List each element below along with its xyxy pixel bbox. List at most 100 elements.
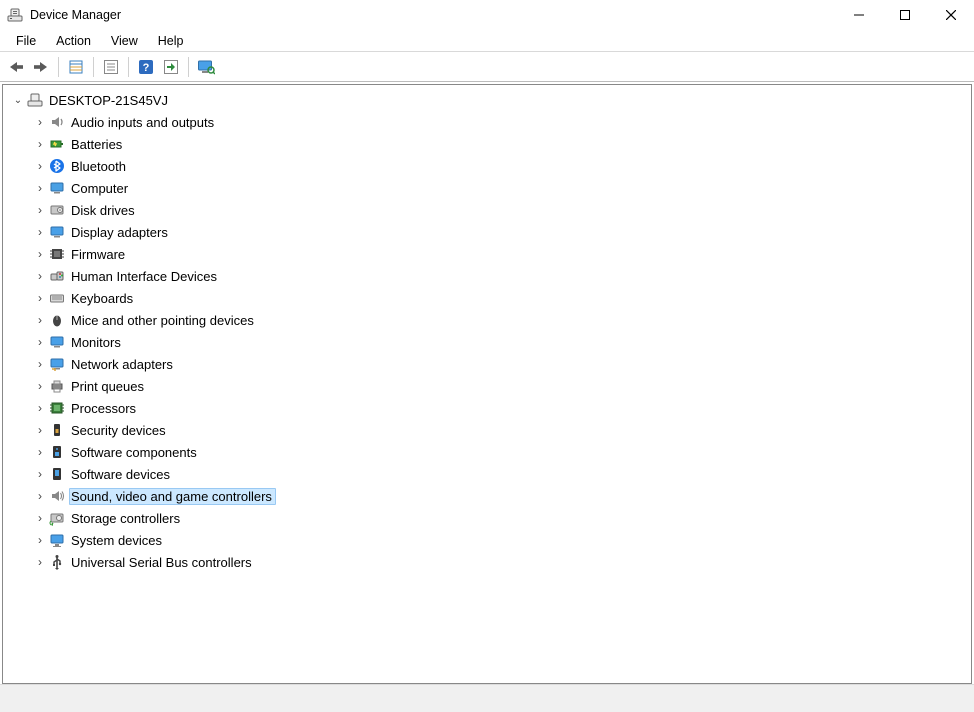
tree-item-mice[interactable]: Mice and other pointing devices <box>33 309 971 331</box>
tree-panel[interactable]: DESKTOP-21S45VJ Audio inputs and outputs B… <box>2 84 972 684</box>
menu-file[interactable]: File <box>8 32 44 50</box>
chevron-right-icon[interactable] <box>33 335 47 349</box>
bluetooth-icon <box>49 158 65 174</box>
computer-icon <box>49 180 65 196</box>
menu-bar: File Action View Help <box>0 30 974 52</box>
chevron-right-icon[interactable] <box>33 511 47 525</box>
toolbar-properties[interactable] <box>64 55 88 79</box>
chevron-right-icon[interactable] <box>33 555 47 569</box>
tree-root-node[interactable]: DESKTOP-21S45VJ <box>11 89 971 111</box>
tree-item-processors[interactable]: Processors <box>33 397 971 419</box>
chevron-right-icon[interactable] <box>33 247 47 261</box>
title-bar: Device Manager <box>0 0 974 30</box>
batteries-icon <box>49 136 65 152</box>
tree-item-hid[interactable]: Human Interface Devices <box>33 265 971 287</box>
chevron-right-icon[interactable] <box>33 445 47 459</box>
monitors-icon <box>49 334 65 350</box>
menu-help[interactable]: Help <box>150 32 192 50</box>
chevron-right-icon[interactable] <box>33 401 47 415</box>
chevron-right-icon[interactable] <box>33 533 47 547</box>
usb-icon <box>49 554 65 570</box>
chevron-right-icon[interactable] <box>33 467 47 481</box>
display-icon <box>49 224 65 240</box>
tree-item-batteries[interactable]: Batteries <box>33 133 971 155</box>
firmware-icon <box>49 246 65 262</box>
tree-item-label: Universal Serial Bus controllers <box>69 554 256 571</box>
tree-item-print[interactable]: Print queues <box>33 375 971 397</box>
hid-icon <box>49 268 65 284</box>
tree-item-storage[interactable]: Storage controllers <box>33 507 971 529</box>
tree-item-label: Keyboards <box>69 290 137 307</box>
toolbar-back[interactable] <box>4 55 28 79</box>
chevron-right-icon[interactable] <box>33 423 47 437</box>
audio-icon <box>49 114 65 130</box>
tree-item-audio[interactable]: Audio inputs and outputs <box>33 111 971 133</box>
tree-item-display[interactable]: Display adapters <box>33 221 971 243</box>
processors-icon <box>49 400 65 416</box>
tree-item-firmware[interactable]: Firmware <box>33 243 971 265</box>
swcomp-icon <box>49 444 65 460</box>
mice-icon <box>49 312 65 328</box>
maximize-button[interactable] <box>882 0 928 30</box>
chevron-right-icon[interactable] <box>33 225 47 239</box>
chevron-right-icon[interactable] <box>33 379 47 393</box>
close-button[interactable] <box>928 0 974 30</box>
tree-item-label: Display adapters <box>69 224 172 241</box>
chevron-right-icon[interactable] <box>33 357 47 371</box>
chevron-right-icon[interactable] <box>33 159 47 173</box>
tree-item-label: Security devices <box>69 422 170 439</box>
tree-item-label: Storage controllers <box>69 510 184 527</box>
svg-text:?: ? <box>143 62 150 74</box>
tree-item-label: Firmware <box>69 246 129 263</box>
tree-item-disk[interactable]: Disk drives <box>33 199 971 221</box>
tree-item-swcomp[interactable]: Software components <box>33 441 971 463</box>
tree-item-network[interactable]: Network adapters <box>33 353 971 375</box>
tree-item-label: Software devices <box>69 466 174 483</box>
tree-root-label: DESKTOP-21S45VJ <box>47 92 172 109</box>
chevron-right-icon[interactable] <box>33 313 47 327</box>
chevron-right-icon[interactable] <box>33 181 47 195</box>
minimize-button[interactable] <box>836 0 882 30</box>
chevron-right-icon[interactable] <box>33 489 47 503</box>
system-icon <box>49 532 65 548</box>
toolbar-scan[interactable] <box>159 55 183 79</box>
tree-item-label: Processors <box>69 400 140 417</box>
status-bar <box>0 684 974 712</box>
tree-item-system[interactable]: System devices <box>33 529 971 551</box>
menu-view[interactable]: View <box>103 32 146 50</box>
tree-item-label: Disk drives <box>69 202 139 219</box>
security-icon <box>49 422 65 438</box>
tree-item-security[interactable]: Security devices <box>33 419 971 441</box>
app-icon <box>7 7 23 23</box>
tree-item-swdev[interactable]: Software devices <box>33 463 971 485</box>
tree-item-label: System devices <box>69 532 166 549</box>
toolbar-separator <box>188 57 189 77</box>
print-icon <box>49 378 65 394</box>
chevron-right-icon[interactable] <box>33 115 47 129</box>
chevron-down-icon[interactable] <box>11 95 25 106</box>
toolbar-help[interactable]: ? <box>134 55 158 79</box>
toolbar-separator <box>128 57 129 77</box>
toolbar-forward[interactable] <box>29 55 53 79</box>
chevron-right-icon[interactable] <box>33 137 47 151</box>
toolbar-details[interactable] <box>99 55 123 79</box>
chevron-right-icon[interactable] <box>33 203 47 217</box>
toolbar-separator <box>93 57 94 77</box>
network-icon <box>49 356 65 372</box>
chevron-right-icon[interactable] <box>33 291 47 305</box>
menu-action[interactable]: Action <box>48 32 99 50</box>
chevron-right-icon[interactable] <box>33 269 47 283</box>
tree-item-label: Batteries <box>69 136 126 153</box>
tree-item-bluetooth[interactable]: Bluetooth <box>33 155 971 177</box>
tree-item-keyboards[interactable]: Keyboards <box>33 287 971 309</box>
swdev-icon <box>49 466 65 482</box>
tree-item-label: Computer <box>69 180 132 197</box>
tree-item-computer[interactable]: Computer <box>33 177 971 199</box>
toolbar-separator <box>58 57 59 77</box>
tree-item-label: Network adapters <box>69 356 177 373</box>
tree-item-label: Sound, video and game controllers <box>69 488 276 505</box>
toolbar-monitor[interactable] <box>194 55 218 79</box>
tree-item-usb[interactable]: Universal Serial Bus controllers <box>33 551 971 573</box>
tree-item-monitors[interactable]: Monitors <box>33 331 971 353</box>
tree-item-sound[interactable]: Sound, video and game controllers <box>33 485 971 507</box>
